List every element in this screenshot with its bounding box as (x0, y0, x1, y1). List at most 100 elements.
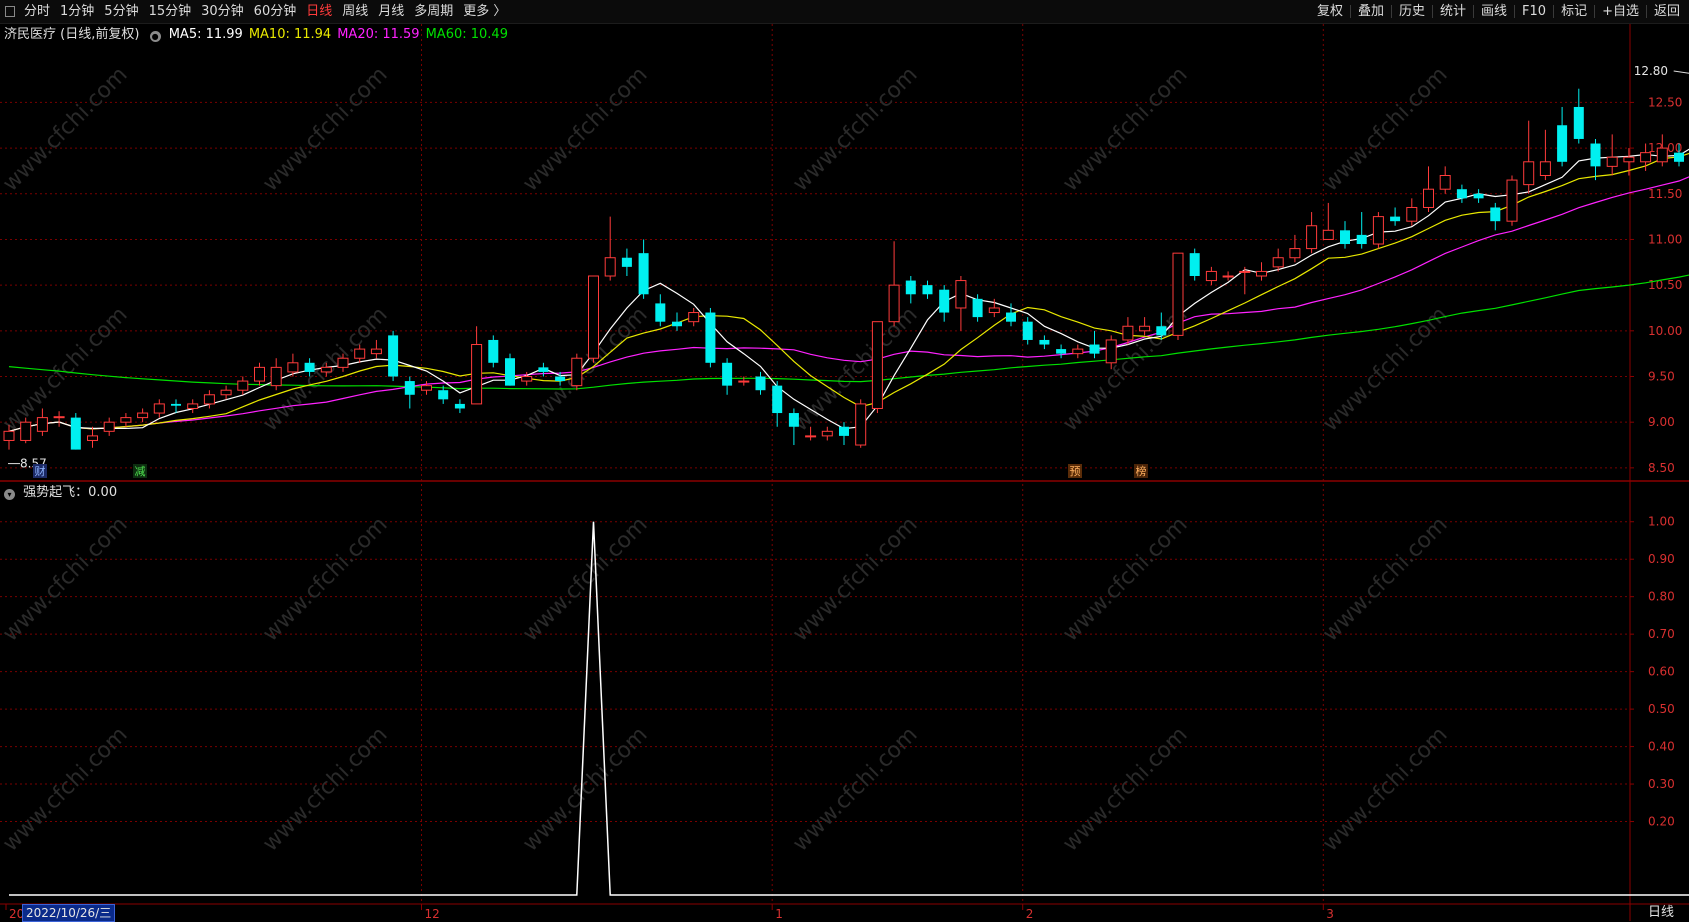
candle-body-up (1222, 275, 1234, 278)
candle-body-down (1089, 344, 1100, 354)
period-label[interactable]: 日线 (1633, 904, 1689, 921)
x-tick-label: 2 (1026, 907, 1034, 921)
candle-body-down (655, 303, 666, 322)
candle-body-down (939, 289, 950, 313)
candle-body-up (254, 366, 265, 382)
candle-body-down (488, 339, 499, 363)
y-tick-label: 9.50 (1648, 370, 1675, 384)
watermark-text: www.cfchi.com (258, 62, 392, 196)
watermark-text: www.cfchi.com (1318, 512, 1452, 646)
tool-button-2[interactable]: 历史 (1394, 0, 1430, 23)
candle-body-down (1573, 106, 1584, 139)
period-tab-3[interactable]: 15分钟 (144, 0, 197, 23)
sub-panel-info: ▾ 强势起飞：0.00 (4, 481, 117, 500)
tool-button-0[interactable]: 复权 (1312, 0, 1348, 23)
candle-body-down (1039, 339, 1050, 345)
candle-body-down (905, 280, 916, 295)
candle-body-up (1256, 270, 1267, 277)
watermark-text: www.cfchi.com (0, 512, 133, 646)
y-tick-label: 11.50 (1648, 187, 1682, 201)
period-tab-7[interactable]: 周线 (337, 0, 373, 23)
x-tick-label: 12 (425, 907, 440, 921)
candle-body-up (888, 284, 900, 323)
candle-body-up (203, 394, 215, 405)
event-marker-3: 榜 (1134, 464, 1148, 478)
candle-body-up (1623, 156, 1635, 163)
candle-body-up (153, 403, 165, 414)
period-tab-0[interactable]: 分时 (19, 0, 55, 23)
indicator-y-tick-label: 1.00 (1648, 515, 1675, 529)
tool-button-5[interactable]: F10 (1517, 0, 1551, 23)
period-tabs: 分时 1分钟 5分钟 15分钟 30分钟 60分钟 日线 周线 月线 多周期 更多 〉 (3, 0, 511, 23)
collapse-circle-icon[interactable]: ▾ (4, 489, 15, 500)
indicator-y-tick-label: 0.90 (1648, 552, 1675, 566)
period-tab-1[interactable]: 1分钟 (55, 0, 99, 23)
candle-body-down (1356, 234, 1367, 245)
candle-body-up (36, 417, 48, 432)
candle-body-down (772, 385, 783, 414)
candle-body-up (1506, 179, 1518, 222)
window-toggle-icon[interactable] (5, 6, 15, 17)
tool-button-7[interactable]: +自选 (1597, 0, 1644, 23)
event-marker-label: 财 (35, 464, 46, 478)
candle-body-up (220, 389, 232, 396)
indicator-y-tick-label: 0.50 (1648, 702, 1675, 716)
candle-body-up (370, 348, 382, 355)
toolbar-divider (1349, 5, 1351, 18)
tool-button-8[interactable]: 返回 (1649, 0, 1685, 23)
watermark-text: www.cfchi.com (1318, 722, 1452, 856)
event-marker-label: 减 (135, 465, 146, 478)
watermark-text: www.cfchi.com (788, 512, 922, 646)
candle-body-down (755, 376, 766, 391)
event-marker-0: 财 (33, 464, 47, 478)
candle-body-up (1656, 147, 1668, 163)
event-marker-label: 榜 (1136, 464, 1147, 478)
settings-circle-icon[interactable]: ● (149, 31, 161, 42)
candle-body-up (1322, 229, 1334, 240)
main-panel-info: 济民医疗 (日线,前复权) ● MA5: 11.99 MA10: 11.94 MA2… (4, 23, 514, 42)
period-tab-10[interactable]: 更多 〉 (458, 0, 511, 23)
period-tab-6[interactable]: 日线 (301, 0, 337, 23)
candle-body-up (1122, 325, 1134, 341)
ma-label-2: MA20: 11.59 (337, 27, 420, 42)
candle-body-down (672, 321, 682, 327)
watermark-text: www.cfchi.com (1058, 62, 1192, 196)
candle-body-up (1539, 161, 1551, 177)
candle-body-up (87, 435, 98, 441)
candle-body-up (688, 312, 700, 323)
event-marker-2: 预 (1068, 464, 1082, 478)
candle-body-up (320, 366, 332, 373)
y-tick-label: 9.00 (1648, 415, 1675, 429)
period-tab-4[interactable]: 30分钟 (196, 0, 249, 23)
candle-body-down (1490, 207, 1501, 222)
candle-body-up (1372, 216, 1384, 245)
candle-body-up (604, 257, 616, 277)
candle-body-down (621, 257, 632, 267)
period-tab-8[interactable]: 月线 (373, 0, 409, 23)
y-tick-label: 10.50 (1648, 278, 1682, 292)
candle-body-down (404, 381, 415, 395)
candle-body-up (1523, 161, 1535, 186)
period-tab-2[interactable]: 5分钟 (99, 0, 143, 23)
candle-body-down (1674, 152, 1684, 162)
stock-chart[interactable]: 12.5012.0011.5011.0010.5010.009.509.008.… (0, 24, 1689, 921)
tool-button-3[interactable]: 统计 (1435, 0, 1471, 23)
watermark-text: www.cfchi.com (518, 512, 652, 646)
indicator-y-tick-label: 0.60 (1648, 665, 1675, 679)
candle-body-up (1289, 248, 1301, 259)
tool-button-4[interactable]: 画线 (1476, 0, 1512, 23)
tool-button-6[interactable]: 标记 (1556, 0, 1592, 23)
high-price-label: 12.80 (1634, 64, 1668, 78)
ma-label-3: MA60: 10.49 (425, 27, 508, 42)
tool-button-1[interactable]: 叠加 (1353, 0, 1389, 23)
candle-body-up (354, 348, 366, 359)
watermark-text: www.cfchi.com (1058, 722, 1192, 856)
watermark-text: www.cfchi.com (0, 722, 133, 856)
candle-body-down (555, 376, 566, 382)
candle-body-up (988, 307, 1000, 314)
period-tab-9[interactable]: 多周期 (409, 0, 458, 23)
candle-body-up (337, 357, 349, 368)
x-tick-label: 1 (775, 907, 783, 921)
period-tab-5[interactable]: 60分钟 (249, 0, 302, 23)
candle-body-down (972, 298, 983, 318)
